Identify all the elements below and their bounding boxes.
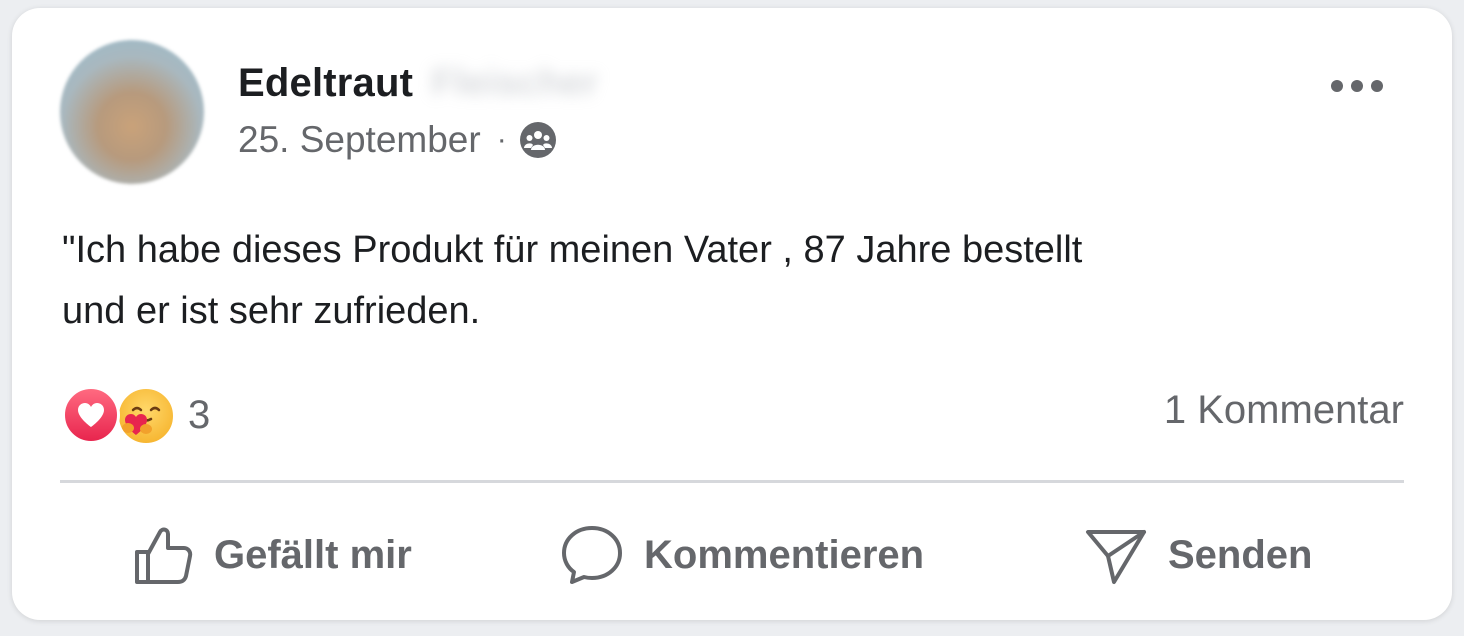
like-button[interactable]: Gefällt mir (132, 524, 412, 586)
more-options-button[interactable] (1320, 66, 1394, 106)
author-avatar[interactable] (60, 40, 204, 184)
send-label: Senden (1168, 532, 1313, 577)
comment-label: Kommentieren (644, 532, 925, 577)
post-card: Edeltraut Fleischer 25. September · "Ich… (12, 8, 1452, 620)
author-surname-blurred: Fleischer (431, 61, 599, 104)
meta-separator: · (496, 123, 507, 156)
reactions-summary[interactable]: 3 (62, 384, 210, 446)
comment-count-link[interactable]: 1 Kommentar (1164, 388, 1404, 433)
action-bar: Gefällt mir Kommentieren Senden (60, 508, 1404, 602)
reaction-icons (62, 384, 180, 446)
author-row: Edeltraut Fleischer (238, 58, 598, 108)
actions-divider (60, 480, 1404, 483)
reaction-count: 3 (188, 392, 211, 437)
post-text: "Ich habe dieses Produkt für meinen Vate… (62, 229, 1083, 332)
comment-bubble-icon (562, 526, 622, 584)
post-date[interactable]: 25. September (238, 119, 481, 161)
more-options-icon (1331, 80, 1383, 92)
like-label: Gefällt mir (214, 532, 412, 577)
thumbs-up-icon (135, 527, 193, 584)
post-meta: 25. September · (238, 116, 557, 164)
friends-icon[interactable] (519, 121, 557, 159)
care-reaction-icon (116, 386, 176, 446)
send-icon (1086, 530, 1146, 584)
author-name[interactable]: Edeltraut (238, 61, 413, 106)
send-button[interactable]: Senden (1084, 524, 1312, 586)
comment-button[interactable]: Kommentieren (560, 524, 924, 586)
love-reaction-icon (62, 386, 120, 444)
